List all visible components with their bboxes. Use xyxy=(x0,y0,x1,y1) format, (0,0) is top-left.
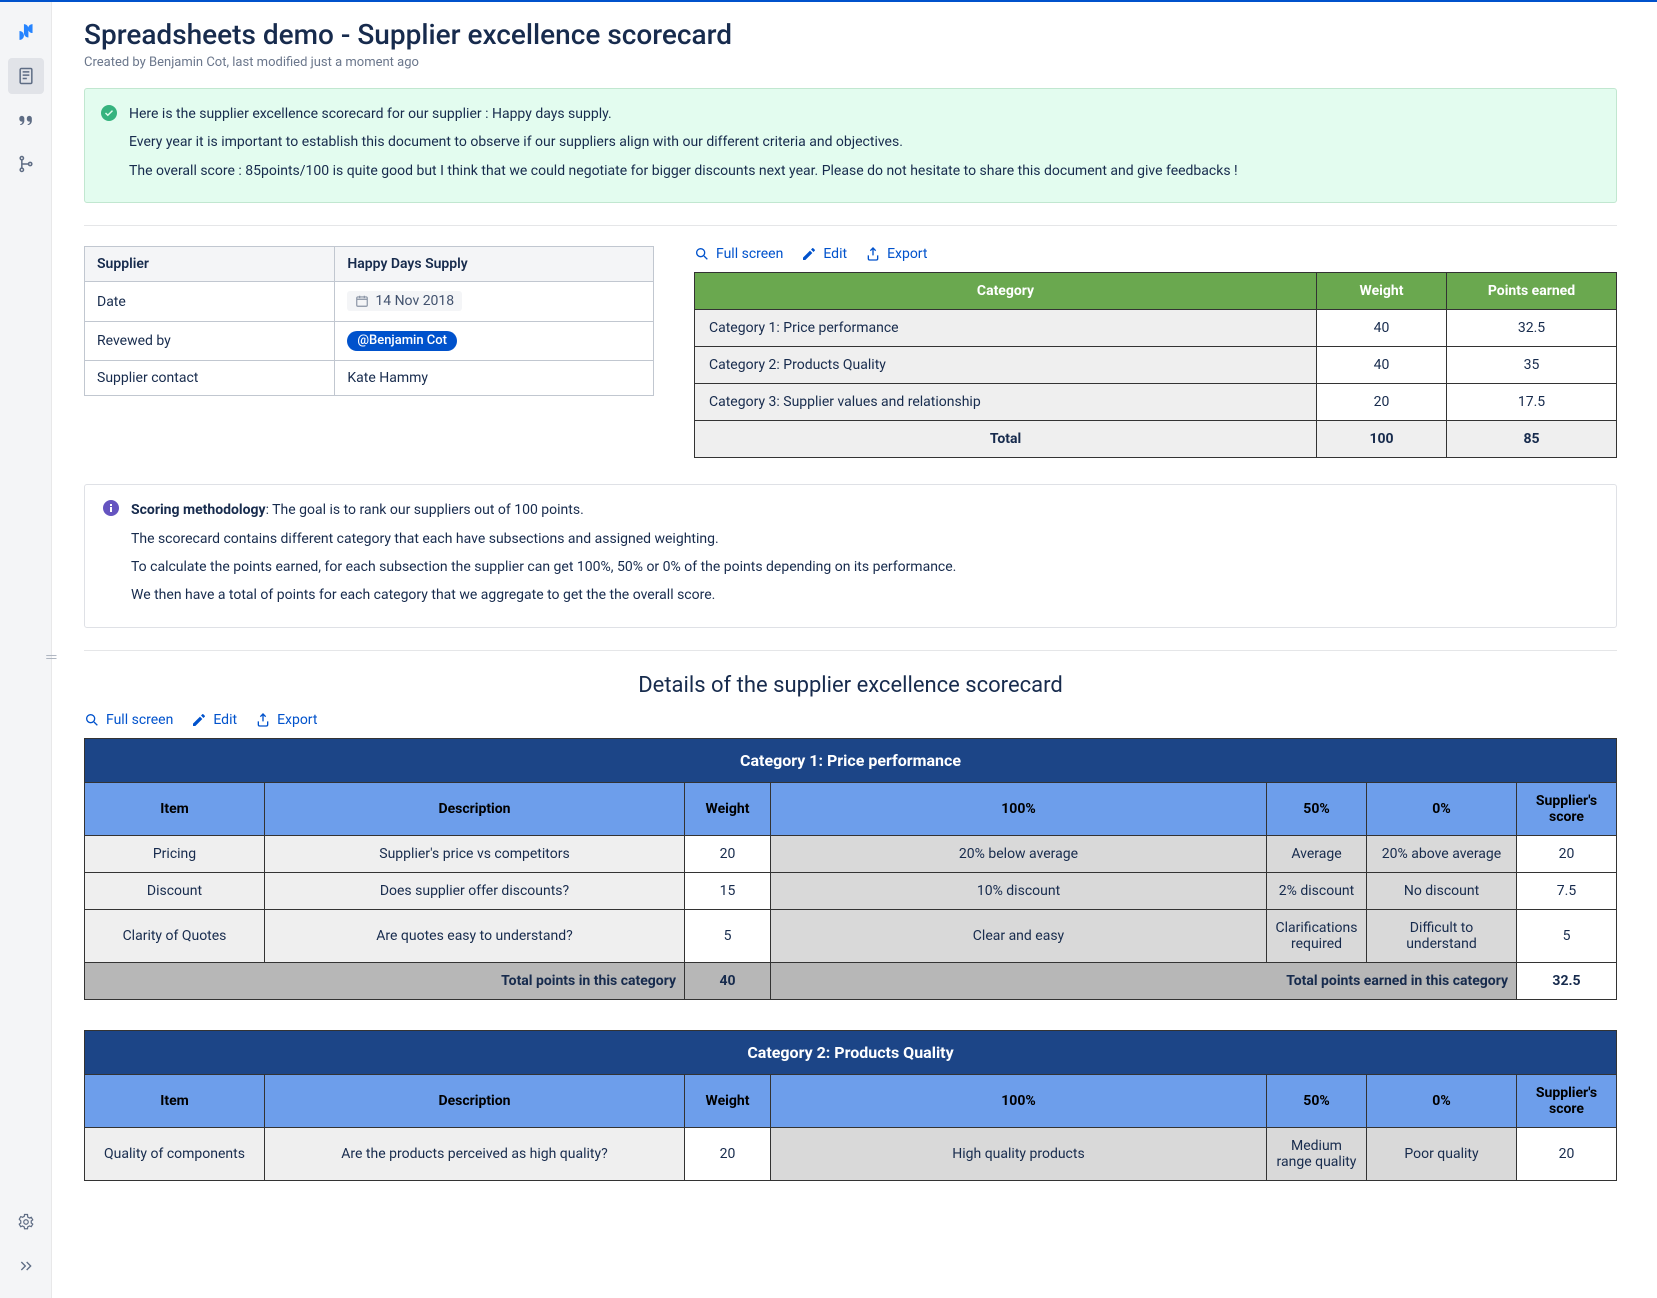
summary-row: Category 2: Products Quality4035 xyxy=(695,347,1617,384)
summary-table: Category Weight Points earned Category 1… xyxy=(694,272,1617,458)
global-sidebar: || xyxy=(0,2,52,1298)
summary-row: Category 1: Price performance4032.5 xyxy=(695,310,1617,347)
intro-line: Here is the supplier excellence scorecar… xyxy=(129,103,1238,125)
details-table-cat1: Category 1: Price performance Item Descr… xyxy=(84,738,1617,1000)
info-icon xyxy=(103,500,119,516)
pencil-icon xyxy=(801,246,817,262)
methodology-line: The scorecard contains different categor… xyxy=(131,528,956,550)
date-lozenge[interactable]: 14 Nov 2018 xyxy=(347,291,462,311)
details-table-cat2: Category 2: Products Quality Item Descri… xyxy=(84,1030,1617,1181)
methodology-line: We then have a total of points for each … xyxy=(131,584,956,606)
methodology-panel: Scoring methodology: The goal is to rank… xyxy=(84,484,1617,628)
intro-line: Every year it is important to establish … xyxy=(129,131,1238,153)
supplier-meta-table: Supplier Happy Days Supply Date 14 Nov 2… xyxy=(84,246,654,396)
page-content: Spreadsheets demo - Supplier excellence … xyxy=(52,2,1657,1298)
search-icon xyxy=(694,246,710,262)
sheet-toolbar: Full screen Edit Export xyxy=(694,246,1617,262)
export-button[interactable]: Export xyxy=(865,246,927,262)
calendar-icon xyxy=(355,294,369,308)
fullscreen-button[interactable]: Full screen xyxy=(84,712,173,728)
user-mention[interactable]: @Benjamin Cot xyxy=(347,331,457,351)
edit-button[interactable]: Edit xyxy=(801,246,847,262)
sidebar-quotes-icon[interactable] xyxy=(8,102,44,138)
page-meta: Created by Benjamin Cot, last modified j… xyxy=(84,55,1617,70)
expand-sidebar-handle[interactable]: || xyxy=(45,654,59,660)
collapse-sidebar-icon[interactable] xyxy=(8,1248,44,1284)
methodology-lead: Scoring methodology: The goal is to rank… xyxy=(131,499,956,521)
intro-panel: Here is the supplier excellence scorecar… xyxy=(84,88,1617,203)
meta-row: Supplier contact Kate Hammy xyxy=(85,361,654,396)
details-heading: Details of the supplier excellence score… xyxy=(84,673,1617,698)
details-total-row: Total points in this category 40 Total p… xyxy=(85,962,1617,999)
summary-row: Category 3: Supplier values and relation… xyxy=(695,384,1617,421)
pencil-icon xyxy=(191,712,207,728)
sidebar-pages-icon[interactable] xyxy=(8,58,44,94)
meta-header-val: Happy Days Supply xyxy=(335,247,654,282)
export-icon xyxy=(255,712,271,728)
summary-total-row: Total 100 85 xyxy=(695,421,1617,458)
export-icon xyxy=(865,246,881,262)
details-row: Discount Does supplier offer discounts? … xyxy=(85,872,1617,909)
details-row: Quality of components Are the products p… xyxy=(85,1127,1617,1180)
page-title: Spreadsheets demo - Supplier excellence … xyxy=(84,18,1617,51)
meta-row: Date 14 Nov 2018 xyxy=(85,282,654,322)
check-circle-icon xyxy=(101,105,117,121)
edit-button[interactable]: Edit xyxy=(191,712,237,728)
methodology-line: To calculate the points earned, for each… xyxy=(131,556,956,578)
divider xyxy=(84,650,1617,651)
meta-header-key: Supplier xyxy=(85,247,335,282)
details-row: Pricing Supplier's price vs competitors … xyxy=(85,835,1617,872)
export-button[interactable]: Export xyxy=(255,712,317,728)
search-icon xyxy=(84,712,100,728)
intro-line: The overall score : 85points/100 is quit… xyxy=(129,160,1238,182)
fullscreen-button[interactable]: Full screen xyxy=(694,246,783,262)
divider xyxy=(84,225,1617,226)
sheet-toolbar: Full screen Edit Export xyxy=(84,712,1617,728)
app-switcher-icon[interactable] xyxy=(8,14,44,50)
settings-icon[interactable] xyxy=(8,1204,44,1240)
details-row: Clarity of Quotes Are quotes easy to und… xyxy=(85,909,1617,962)
sidebar-tree-icon[interactable] xyxy=(8,146,44,182)
meta-row: Revewed by @Benjamin Cot xyxy=(85,322,654,361)
